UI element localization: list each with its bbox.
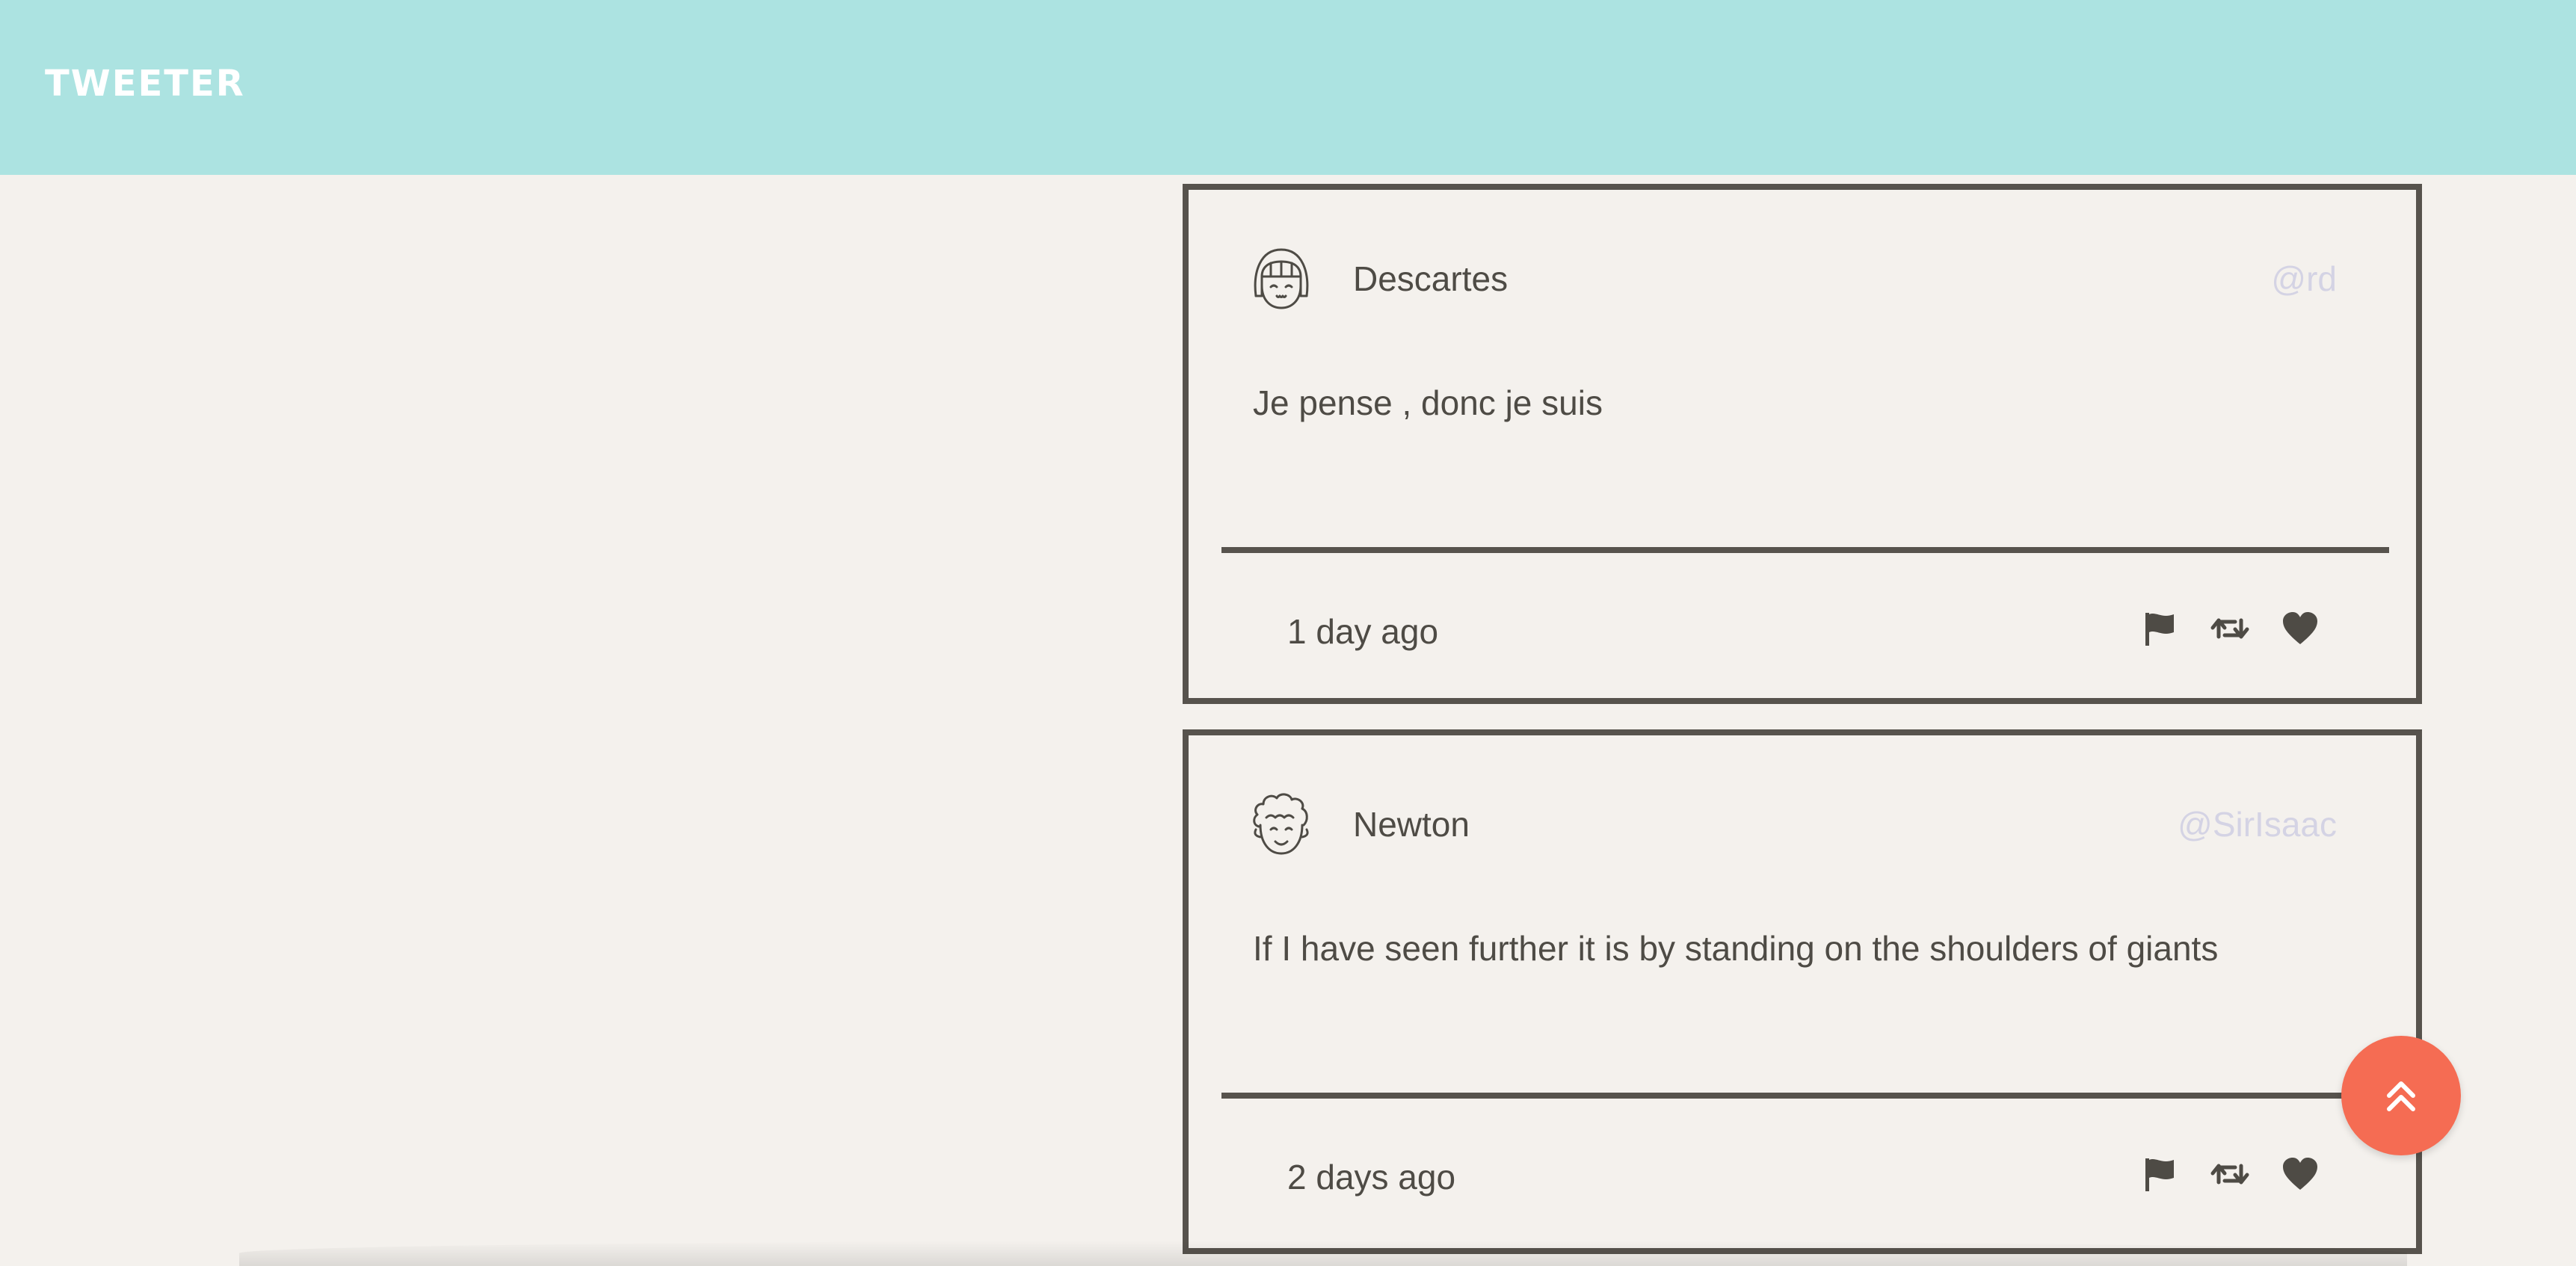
author-handle: @rd bbox=[2271, 259, 2337, 298]
author-handle: @SirIsaac bbox=[2178, 805, 2337, 844]
tweet-timestamp: 2 days ago bbox=[1287, 1158, 1456, 1196]
scroll-to-top-button[interactable] bbox=[2341, 1036, 2461, 1155]
tweet-timestamp: 1 day ago bbox=[1287, 612, 1439, 651]
heart-icon[interactable] bbox=[2280, 1154, 2320, 1194]
flag-icon[interactable] bbox=[2139, 608, 2180, 649]
tweet-card: Descartes @rd Je pense , donc je suis 1 … bbox=[1183, 184, 2422, 704]
top-navigation-bar: TWEETER bbox=[0, 0, 2576, 175]
divider bbox=[1221, 1093, 2389, 1099]
retweet-icon[interactable] bbox=[2210, 608, 2250, 649]
double-chevron-up-icon bbox=[2387, 1081, 2415, 1111]
tweet-actions bbox=[2139, 608, 2320, 649]
heart-icon[interactable] bbox=[2280, 608, 2320, 649]
flag-icon[interactable] bbox=[2139, 1154, 2180, 1194]
brand-logo[interactable]: TWEETER bbox=[45, 66, 245, 102]
author-name: Descartes bbox=[1353, 259, 1509, 298]
author-name: Newton bbox=[1353, 805, 1470, 844]
girl-face-avatar-icon bbox=[1245, 242, 1317, 314]
retweet-icon[interactable] bbox=[2210, 1154, 2250, 1194]
tweet-text: Je pense , donc je suis bbox=[1253, 383, 1603, 422]
tweet-text: If I have seen further it is by standing… bbox=[1253, 929, 2219, 968]
curly-hair-face-avatar-icon bbox=[1245, 788, 1317, 859]
tweet-actions bbox=[2139, 1154, 2320, 1194]
divider bbox=[1221, 547, 2389, 553]
tweet-card: Newton @SirIsaac If I have seen further … bbox=[1183, 729, 2422, 1254]
